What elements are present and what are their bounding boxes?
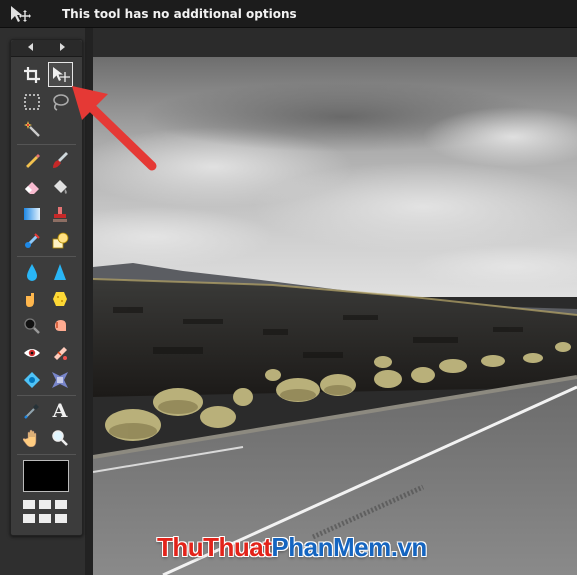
bucket-tool[interactable] — [48, 175, 72, 199]
eraser-tool[interactable] — [20, 175, 44, 199]
marquee-icon — [24, 94, 40, 110]
type-icon: A — [52, 400, 68, 422]
gradient-tool[interactable] — [20, 202, 44, 226]
eraser-icon — [25, 182, 39, 194]
separator — [17, 454, 76, 455]
separator — [17, 395, 76, 396]
zoom-tool[interactable] — [48, 426, 72, 450]
magic-wand-icon — [24, 121, 40, 137]
zoom-icon — [52, 430, 68, 446]
color-replace-icon — [25, 233, 40, 248]
annotation-arrow — [72, 86, 157, 171]
burn-tool[interactable] — [48, 314, 72, 338]
red-eye-tool[interactable] — [20, 341, 44, 365]
arrow-right-icon[interactable] — [60, 43, 65, 51]
layout-grid-button[interactable] — [23, 514, 35, 523]
watermark-part2: PhanMem — [271, 532, 391, 562]
smudge-icon — [26, 293, 34, 307]
color-picker-tool[interactable] — [20, 399, 44, 423]
crop-icon — [24, 67, 40, 83]
layout-grid-button[interactable] — [23, 500, 35, 509]
color-picker-icon — [24, 404, 39, 419]
move-tool-icon — [9, 5, 31, 23]
magic-wand-tool[interactable] — [20, 117, 44, 141]
layout-grid-button[interactable] — [39, 500, 51, 509]
options-message: This tool has no additional options — [62, 6, 297, 21]
shapes-tool[interactable] — [48, 229, 72, 253]
watermark-part3: .vn — [390, 532, 428, 562]
watermark: ThuThuatPhanMem.vn — [157, 532, 427, 563]
tools-panel-header — [11, 40, 82, 57]
clone-stamp-tool[interactable] — [48, 202, 72, 226]
dodge-tool[interactable] — [20, 314, 44, 338]
pinch-tool[interactable] — [48, 368, 72, 392]
gradient-icon — [24, 208, 40, 220]
pencil-tool[interactable] — [20, 148, 44, 172]
layout-grid-button[interactable] — [39, 514, 51, 523]
bloat-icon — [24, 372, 40, 388]
sponge-icon — [53, 292, 67, 306]
hand-tool[interactable] — [20, 426, 44, 450]
dodge-icon — [24, 318, 40, 334]
separator — [17, 256, 76, 257]
watermark-part1: ThuThuat — [157, 532, 272, 562]
foreground-color-swatch[interactable] — [23, 460, 69, 492]
marquee-tool[interactable] — [20, 90, 44, 114]
layout-grid-button[interactable] — [55, 514, 67, 523]
color-replace-tool[interactable] — [20, 229, 44, 253]
hand-icon — [23, 429, 37, 447]
options-bar: This tool has no additional options — [0, 0, 577, 28]
arrow-left-icon[interactable] — [28, 43, 33, 51]
smudge-tool[interactable] — [20, 287, 44, 311]
crop-tool[interactable] — [20, 63, 44, 87]
blur-tool[interactable] — [20, 260, 44, 284]
paint-bucket-icon — [54, 180, 67, 194]
pinch-icon — [52, 372, 68, 388]
spot-heal-icon — [54, 347, 67, 360]
pencil-icon — [25, 154, 40, 169]
shapes-icon — [52, 232, 69, 249]
clone-stamp-icon — [53, 207, 67, 222]
type-tool[interactable]: A — [48, 399, 72, 423]
red-eye-icon — [24, 349, 40, 357]
bloat-tool[interactable] — [20, 368, 44, 392]
layout-grid-button[interactable] — [55, 500, 67, 509]
sharpen-icon — [54, 264, 66, 280]
blur-icon — [27, 264, 37, 281]
spot-heal-tool[interactable] — [48, 341, 72, 365]
sponge-tool[interactable] — [48, 287, 72, 311]
burn-icon — [55, 320, 66, 331]
sharpen-tool[interactable] — [48, 260, 72, 284]
